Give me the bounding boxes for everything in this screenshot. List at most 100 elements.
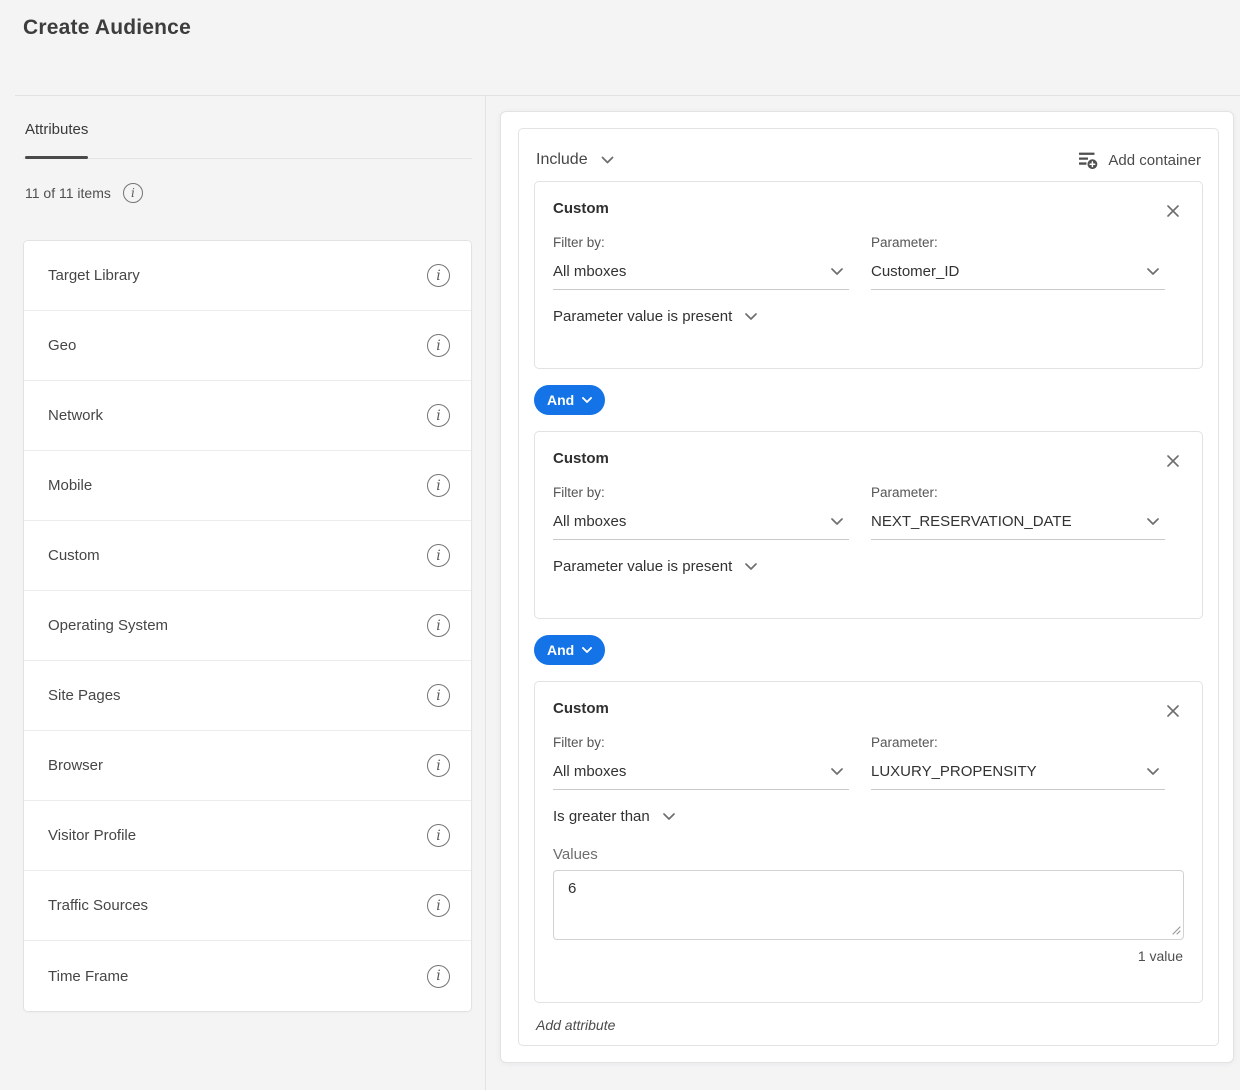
parameter-dropdown[interactable]: NEXT_RESERVATION_DATE bbox=[871, 513, 1165, 540]
chevron-down-icon bbox=[745, 313, 757, 320]
items-count-row: 11 of 11 items i bbox=[25, 183, 143, 203]
info-icon-glyph: i bbox=[436, 828, 440, 844]
rule-card-title: Custom bbox=[553, 700, 609, 717]
info-icon-glyph: i bbox=[436, 338, 440, 354]
filter-by-dropdown[interactable]: All mboxes bbox=[553, 513, 849, 540]
combinator-row: And bbox=[534, 385, 1203, 415]
info-icon[interactable]: i bbox=[427, 544, 450, 567]
active-tab-indicator bbox=[25, 156, 88, 159]
page-title: Create Audience bbox=[23, 16, 191, 40]
attribute-label: Visitor Profile bbox=[48, 827, 136, 844]
info-icon-glyph: i bbox=[436, 968, 440, 984]
filter-by-label: Filter by: bbox=[553, 485, 849, 500]
add-attribute-dropzone[interactable]: Add attribute bbox=[534, 1003, 1203, 1033]
attributes-sidebar: Attributes 11 of 11 items i Target Libra… bbox=[23, 95, 472, 159]
attribute-label: Custom bbox=[48, 547, 100, 564]
chevron-down-icon bbox=[831, 768, 843, 775]
include-row: Include Add container bbox=[534, 139, 1203, 181]
include-dropdown[interactable]: Include bbox=[536, 151, 614, 169]
audience-rule-card: Custom Filter by: All mboxes Parame bbox=[534, 681, 1203, 1003]
audience-builder-panel: Include Add container bbox=[500, 111, 1234, 1063]
operator-dropdown[interactable]: Is greater than bbox=[553, 808, 675, 825]
audience-rule-card: Custom Filter by: All mboxes Parame bbox=[534, 431, 1203, 619]
add-container-label: Add container bbox=[1108, 152, 1201, 169]
attribute-label: Time Frame bbox=[48, 968, 128, 985]
operator-dropdown[interactable]: Parameter value is present bbox=[553, 558, 757, 575]
info-icon[interactable]: i bbox=[427, 404, 450, 427]
attribute-list-item[interactable]: Network i bbox=[24, 381, 471, 451]
chevron-down-icon bbox=[1147, 518, 1159, 525]
filter-by-dropdown[interactable]: All mboxes bbox=[553, 263, 849, 290]
info-icon[interactable]: i bbox=[427, 754, 450, 777]
filter-by-label: Filter by: bbox=[553, 735, 849, 750]
info-icon[interactable]: i bbox=[427, 614, 450, 637]
close-icon[interactable] bbox=[1164, 702, 1182, 720]
attribute-list-item[interactable]: Operating System i bbox=[24, 591, 471, 661]
parameter-label: Parameter: bbox=[871, 235, 1165, 250]
info-icon-glyph: i bbox=[131, 186, 135, 200]
info-icon[interactable]: i bbox=[427, 474, 450, 497]
operator-dropdown[interactable]: Parameter value is present bbox=[553, 308, 757, 325]
add-container-button[interactable]: Add container bbox=[1078, 150, 1201, 170]
filter-by-value: All mboxes bbox=[553, 263, 626, 280]
info-icon[interactable]: i bbox=[427, 894, 450, 917]
column-divider bbox=[485, 95, 486, 1090]
and-label: And bbox=[547, 642, 574, 658]
values-label: Values bbox=[553, 846, 1184, 863]
parameter-dropdown[interactable]: Customer_ID bbox=[871, 263, 1165, 290]
info-icon-glyph: i bbox=[436, 478, 440, 494]
tab-attributes[interactable]: Attributes bbox=[25, 121, 88, 139]
attribute-list-item[interactable]: Time Frame i bbox=[24, 941, 471, 1011]
parameter-field: Parameter: Customer_ID bbox=[871, 235, 1165, 290]
filter-by-dropdown[interactable]: All mboxes bbox=[553, 763, 849, 790]
value-count: 1 value bbox=[553, 948, 1184, 964]
parameter-label: Parameter: bbox=[871, 735, 1165, 750]
attribute-list-item[interactable]: Traffic Sources i bbox=[24, 871, 471, 941]
rule-card-fields: Filter by: All mboxes Parameter: NEXT_RE… bbox=[553, 485, 1184, 540]
attribute-list-item[interactable]: Mobile i bbox=[24, 451, 471, 521]
info-icon-glyph: i bbox=[436, 758, 440, 774]
rule-card-fields: Filter by: All mboxes Parameter: Custome… bbox=[553, 235, 1184, 290]
and-label: And bbox=[547, 392, 574, 408]
info-icon[interactable]: i bbox=[427, 684, 450, 707]
attribute-list-item[interactable]: Visitor Profile i bbox=[24, 801, 471, 871]
and-dropdown-button[interactable]: And bbox=[534, 385, 605, 415]
info-icon[interactable]: i bbox=[427, 264, 450, 287]
chevron-down-icon bbox=[663, 813, 675, 820]
info-icon-glyph: i bbox=[436, 268, 440, 284]
attribute-list-item[interactable]: Custom i bbox=[24, 521, 471, 591]
attribute-label: Traffic Sources bbox=[48, 897, 148, 914]
rule-card-header: Custom bbox=[553, 450, 1184, 470]
operator-value: Is greater than bbox=[553, 808, 650, 825]
parameter-dropdown[interactable]: LUXURY_PROPENSITY bbox=[871, 763, 1165, 790]
audience-rule-card: Custom Filter by: All mboxes Parame bbox=[534, 181, 1203, 369]
attribute-list: Target Library i Geo i Network i Mobile … bbox=[23, 240, 472, 1012]
include-container: Include Add container bbox=[518, 128, 1219, 1046]
resize-handle-icon[interactable] bbox=[1170, 924, 1181, 935]
info-icon-glyph: i bbox=[436, 548, 440, 564]
parameter-field: Parameter: NEXT_RESERVATION_DATE bbox=[871, 485, 1165, 540]
chevron-down-icon bbox=[601, 156, 614, 164]
close-icon[interactable] bbox=[1164, 202, 1182, 220]
info-icon[interactable]: i bbox=[123, 183, 143, 203]
operator-value: Parameter value is present bbox=[553, 558, 732, 575]
parameter-field: Parameter: LUXURY_PROPENSITY bbox=[871, 735, 1165, 790]
attribute-list-item[interactable]: Browser i bbox=[24, 731, 471, 801]
close-icon[interactable] bbox=[1164, 452, 1182, 470]
values-input[interactable]: 6 bbox=[553, 870, 1184, 940]
attribute-list-item[interactable]: Geo i bbox=[24, 311, 471, 381]
info-icon[interactable]: i bbox=[427, 824, 450, 847]
tab-attributes-label: Attributes bbox=[25, 121, 88, 138]
add-container-icon bbox=[1078, 150, 1098, 170]
info-icon[interactable]: i bbox=[427, 965, 450, 988]
filter-by-field: Filter by: All mboxes bbox=[553, 485, 849, 540]
filter-by-field: Filter by: All mboxes bbox=[553, 735, 849, 790]
info-icon-glyph: i bbox=[436, 618, 440, 634]
parameter-label: Parameter: bbox=[871, 485, 1165, 500]
attribute-list-item[interactable]: Site Pages i bbox=[24, 661, 471, 731]
info-icon[interactable]: i bbox=[427, 334, 450, 357]
chevron-down-icon bbox=[1147, 268, 1159, 275]
rule-card-fields: Filter by: All mboxes Parameter: LUXURY_… bbox=[553, 735, 1184, 790]
attribute-list-item[interactable]: Target Library i bbox=[24, 241, 471, 311]
and-dropdown-button[interactable]: And bbox=[534, 635, 605, 665]
